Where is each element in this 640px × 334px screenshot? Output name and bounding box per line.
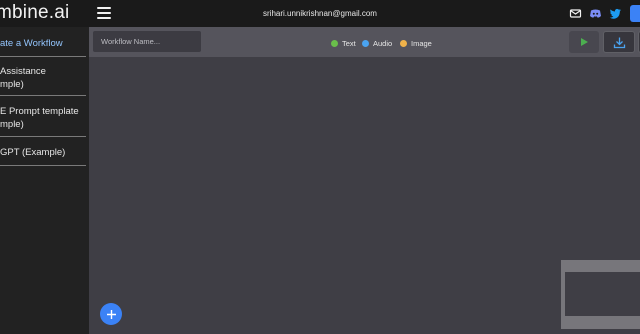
menu-icon[interactable] (97, 7, 111, 19)
legend-label-text: Text (342, 38, 356, 48)
legend-image: Image (400, 38, 432, 48)
sidebar-item-assistance[interactable]: Assistance mple) (0, 65, 86, 91)
minimap[interactable] (561, 260, 640, 329)
play-icon (581, 38, 588, 46)
app-logo[interactable]: mbine.ai (0, 2, 69, 24)
discord-icon[interactable] (589, 7, 602, 20)
sidebar-item-sublabel: mple) (0, 79, 24, 90)
sidebar-divider (0, 136, 86, 137)
minimap-viewport[interactable] (565, 272, 640, 316)
legend-text: Text (331, 38, 356, 48)
legend-dot-audio (362, 39, 369, 47)
sidebar-item-label: ate a Workflow (0, 38, 63, 49)
workflow-toolbar: Text Audio Image (89, 27, 640, 57)
sidebar-item-gpt-example[interactable]: GPT (Example) (0, 146, 86, 159)
legend-label-image: Image (411, 38, 432, 48)
download-icon (613, 37, 625, 48)
add-node-button[interactable] (100, 303, 122, 325)
twitter-icon[interactable] (609, 7, 622, 20)
sidebar-item-sublabel: mple) (0, 119, 24, 130)
sidebar-divider (0, 95, 86, 96)
sidebar-item-prompt-template[interactable]: E Prompt template mple) (0, 105, 86, 131)
legend-audio: Audio (362, 38, 392, 48)
plus-icon (106, 309, 116, 319)
legend-label-audio: Audio (373, 38, 393, 48)
sidebar-item-label: E Prompt template (0, 106, 79, 117)
sidebar-item-label: Assistance (0, 66, 46, 77)
workflow-name-input[interactable] (93, 31, 201, 52)
user-email: srihari.unnikrishnan@gmail.com (263, 9, 377, 18)
download-button[interactable] (603, 31, 635, 53)
sidebar-item-create-workflow[interactable]: ate a Workflow (0, 37, 86, 50)
legend-dot-text (331, 39, 338, 47)
sidebar-divider (0, 165, 86, 166)
sidebar-item-label: GPT (Example) (0, 147, 66, 158)
top-bar: mbine.ai srihari.unnikrishnan@gmail.com (0, 0, 640, 27)
profile-button[interactable] (630, 5, 640, 22)
mail-icon[interactable] (569, 7, 582, 20)
run-button[interactable] (569, 31, 599, 53)
sidebar: ate a Workflow Assistance mple) E Prompt… (0, 27, 89, 334)
workflow-canvas[interactable] (89, 57, 640, 334)
legend-dot-image (400, 39, 407, 47)
sidebar-divider (0, 56, 86, 57)
